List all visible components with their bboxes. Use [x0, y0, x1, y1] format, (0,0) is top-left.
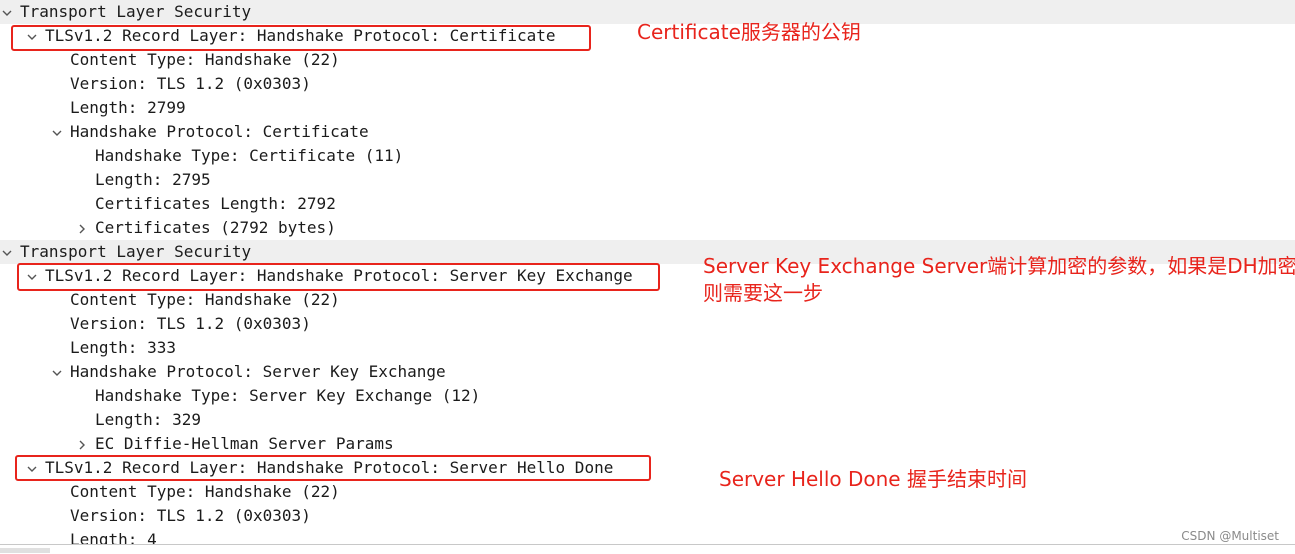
note-server-key-exchange-line1: Server Key Exchange Server端计算加密的参数，如果是DH…: [703, 254, 1295, 278]
tree-row-label: Content Type: Handshake (22): [70, 50, 340, 69]
expand-chevron-icon[interactable]: [50, 360, 64, 384]
tree-row-label: Handshake Protocol: Server Key Exchange: [70, 362, 446, 381]
tree-row-label: Certificates (2792 bytes): [95, 218, 336, 237]
note-server-hello-done: Server Hello Done 握手结束时间: [719, 467, 1027, 491]
highlight-server-key-exchange: [17, 263, 660, 291]
tree-row-label: Length: 2799: [70, 98, 186, 117]
tree-row-label: Handshake Protocol: Certificate: [70, 122, 369, 141]
note-certificate: Certificate服务器的公钥: [637, 20, 861, 44]
tree-row-label: Length: 329: [95, 410, 201, 429]
tree-row-label: Length: 2795: [95, 170, 211, 189]
tree-row-label: Version: TLS 1.2 (0x0303): [70, 74, 311, 93]
note-server-key-exchange-line2: 则需要这一步: [703, 281, 823, 305]
expand-chevron-icon[interactable]: [50, 120, 64, 144]
expand-chevron-icon[interactable]: [0, 240, 14, 264]
tree-row-label: Transport Layer Security: [20, 2, 252, 21]
tree-row-label: Transport Layer Security: [20, 242, 252, 261]
tree-row-label: Content Type: Handshake (22): [70, 482, 340, 501]
scrollbar-thumb[interactable]: [0, 548, 50, 553]
collapse-chevron-icon[interactable]: [75, 216, 89, 240]
tree-row-label: Content Type: Handshake (22): [70, 290, 340, 309]
tree-row-label: Certificates Length: 2792: [95, 194, 336, 213]
tree-row-label: Length: 333: [70, 338, 176, 357]
tree-row-label: Handshake Type: Certificate (11): [95, 146, 404, 165]
tree-row-label: Version: TLS 1.2 (0x0303): [70, 314, 311, 333]
highlight-certificate: [11, 25, 591, 51]
tree-row-label: Version: TLS 1.2 (0x0303): [70, 506, 311, 525]
tree-row-label: Handshake Type: Server Key Exchange (12): [95, 386, 481, 405]
expand-chevron-icon[interactable]: [0, 0, 14, 24]
watermark: CSDN @Multiset: [1181, 529, 1279, 543]
highlight-server-hello-done: [15, 455, 651, 481]
tree-row-label: EC Diffie-Hellman Server Params: [95, 434, 394, 453]
collapse-chevron-icon[interactable]: [75, 432, 89, 456]
